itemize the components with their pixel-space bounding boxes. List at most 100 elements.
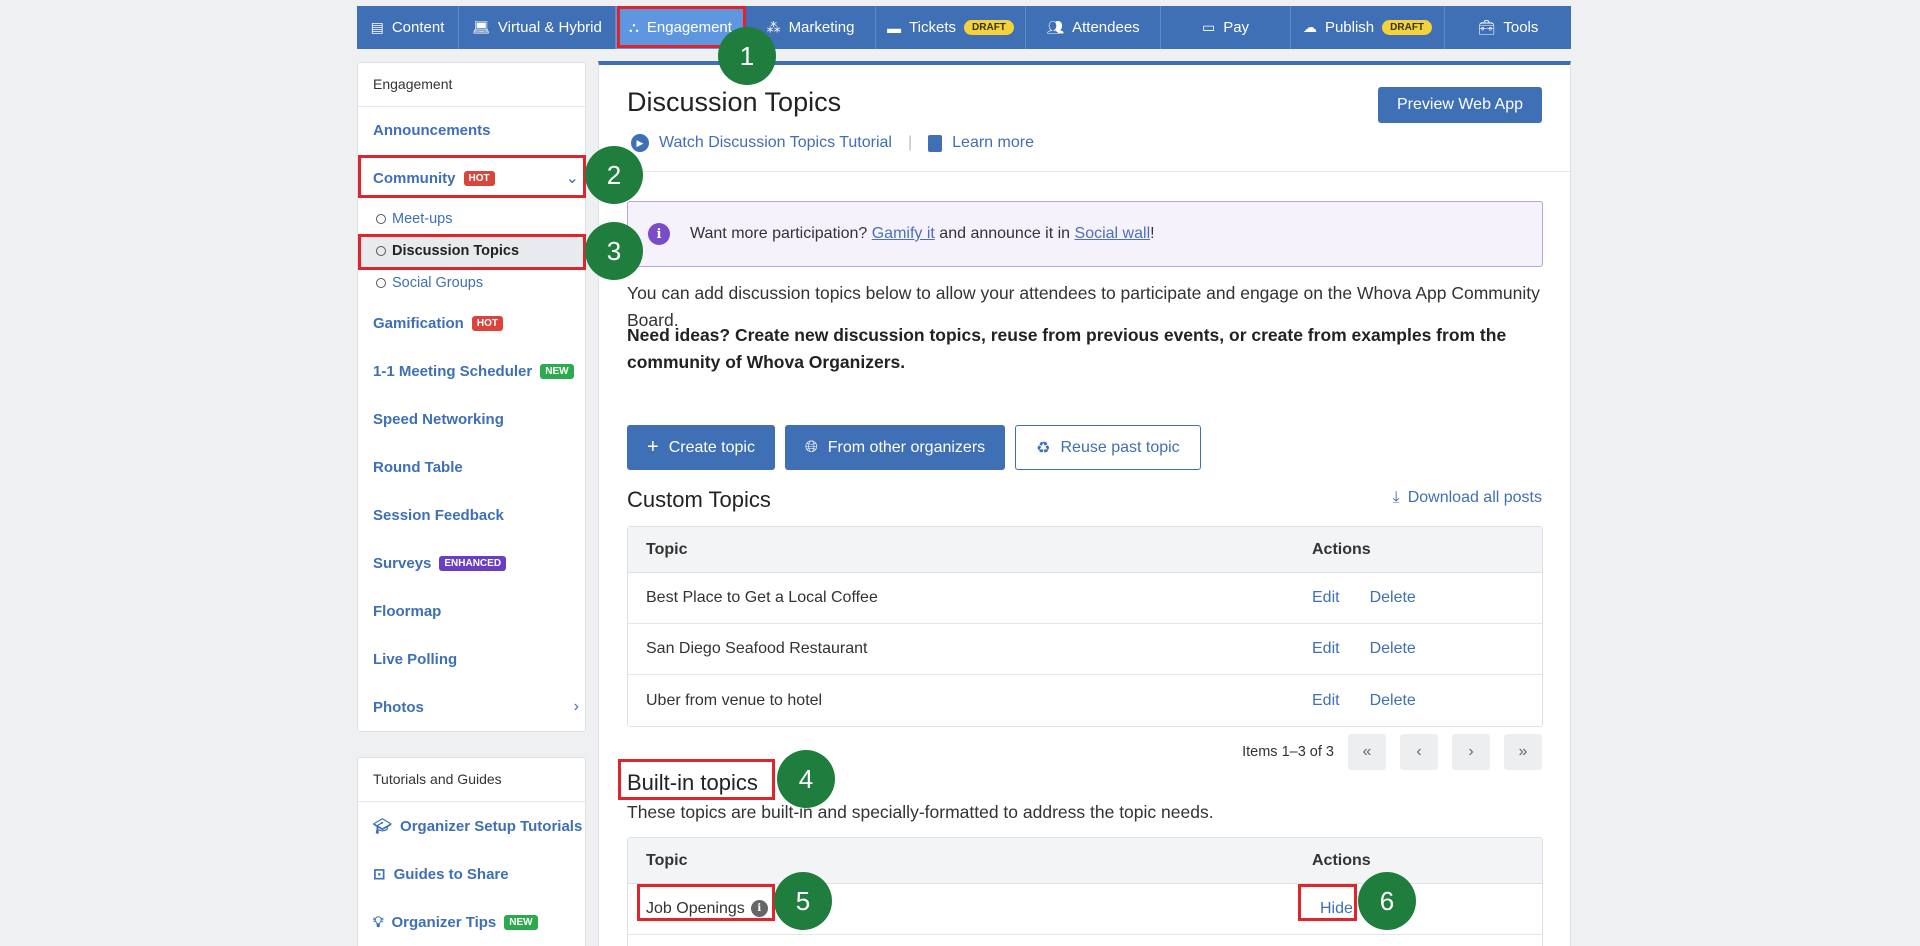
learn-more-link[interactable]: Learn more [952, 134, 1034, 152]
highlight-box-built-in-topics [618, 759, 775, 800]
delete-link[interactable]: Delete [1370, 692, 1416, 710]
last-page-button[interactable]: » [1504, 734, 1542, 770]
preview-web-app-button[interactable]: Preview Web App [1378, 87, 1542, 123]
ticket-icon: ▬ [887, 19, 902, 36]
sidebar-item-surveys[interactable]: Surveys ENHANCED [358, 539, 585, 587]
sidebar-item-tips[interactable]: 💡︎ Organizer Tips NEW [358, 898, 585, 946]
book-icon [928, 134, 943, 152]
play-icon: ▶ [631, 134, 649, 152]
nav-tools[interactable]: 🧰︎ Tools [1445, 6, 1571, 49]
built-in-description: These topics are built-in and specially-… [627, 802, 1214, 822]
next-page-button[interactable]: › [1452, 734, 1490, 770]
draft-badge: DRAFT [964, 20, 1014, 35]
delete-link[interactable]: Delete [1370, 589, 1416, 607]
social-wall-link[interactable]: Social wall [1075, 225, 1151, 242]
sidebar-item-session-feedback[interactable]: Session Feedback [358, 491, 585, 539]
table-row: San Diego Seafood Restaurant Edit Delete [628, 624, 1542, 675]
highlight-box-job-openings [637, 884, 775, 921]
cloud-upload-icon: ☁ [1302, 19, 1317, 35]
people-icon: 👥︎ [1046, 19, 1065, 35]
nav-tickets[interactable]: ▬ Tickets DRAFT [876, 6, 1026, 49]
plus-icon: + [647, 436, 659, 458]
edit-link[interactable]: Edit [1312, 589, 1340, 607]
lightbulb-icon: 💡︎ [373, 913, 384, 931]
table-row: Best Place to Get a Local Coffee Edit Dele… [628, 573, 1542, 624]
step-marker-2: 2 [585, 146, 643, 204]
chevron-right-icon: › [573, 698, 579, 715]
recycle-icon: ♻ [1036, 439, 1051, 457]
card-icon: ▭ [1201, 19, 1216, 35]
sidebar-header: Engagement [358, 63, 585, 107]
divider: | [907, 134, 913, 151]
nav-pay[interactable]: ▭ Pay [1161, 6, 1291, 49]
shapes-icon: ⁂ [766, 19, 781, 35]
sidebar-item-setup-tutorials[interactable]: 🎓︎ Organizer Setup Tutorials [358, 802, 585, 850]
draft-badge: DRAFT [1382, 20, 1433, 35]
gamify-link[interactable]: Gamify it [872, 225, 935, 242]
circle-icon [376, 214, 386, 224]
edit-link[interactable]: Edit [1312, 640, 1340, 658]
sidebar-item-floormap[interactable]: Floormap [358, 587, 585, 635]
info-banner: i Want more participation? Gamify it and… [627, 201, 1543, 267]
prev-page-button[interactable]: ‹ [1400, 734, 1438, 770]
tutorials-header: Tutorials and Guides [358, 758, 585, 802]
help-links: ▶ Watch Discussion Topics Tutorial | Lea… [631, 134, 1034, 152]
sidebar-item-live-polling[interactable]: Live Polling [358, 635, 585, 683]
sidebar-item-photos[interactable]: Photos › [358, 683, 585, 731]
step-marker-4: 4 [777, 750, 835, 808]
sidebar-item-gamification[interactable]: Gamification HOT [358, 299, 585, 347]
nav-publish[interactable]: ☁ Publish DRAFT [1291, 6, 1445, 49]
sidebar-subitem-meetups[interactable]: Meet-ups [358, 203, 585, 235]
highlight-box-discussion-topics [358, 234, 586, 270]
info-icon: i [648, 223, 670, 245]
table-row [628, 935, 1542, 946]
ideas-text: Need ideas? Create new discussion topics… [627, 325, 1507, 372]
sidebar-item-guides[interactable]: ⊡ Guides to Share [358, 850, 585, 898]
sidebar-item-meeting-scheduler[interactable]: 1-1 Meeting Scheduler NEW [358, 347, 585, 395]
delete-link[interactable]: Delete [1370, 640, 1416, 658]
new-badge: NEW [504, 914, 538, 930]
new-badge: NEW [540, 363, 574, 379]
step-marker-1: 1 [718, 27, 776, 85]
toolbox-icon: 🧰︎ [1477, 19, 1496, 35]
step-marker-5: 5 [774, 872, 832, 930]
step-marker-6: 6 [1358, 872, 1416, 930]
enhanced-badge: ENHANCED [439, 555, 507, 571]
step-marker-3: 3 [585, 222, 643, 280]
table-header: Topic Actions [628, 527, 1542, 573]
pagination: Items 1–3 of 3 « ‹ › » [1242, 734, 1542, 770]
create-topic-button[interactable]: + Create topic [627, 425, 775, 470]
tutorials-sidebar: Tutorials and Guides 🎓︎ Organizer Setup T… [357, 757, 586, 946]
nav-content[interactable]: ▤ Content [357, 6, 459, 49]
main-panel: Discussion Topics Preview Web App ▶ Watc… [598, 61, 1571, 946]
custom-topics-table: Topic Actions Best Place to Get a Local C… [627, 526, 1543, 727]
watch-tutorial-link[interactable]: Watch Discussion Topics Tutorial [659, 134, 892, 152]
document-icon: ▤ [370, 19, 384, 35]
presentation-icon: ⊡ [373, 866, 386, 883]
info-text: Want more participation? Gamify it and a… [690, 225, 1155, 242]
sidebar-item-speed-networking[interactable]: Speed Networking [358, 395, 585, 443]
divider [599, 171, 1570, 172]
globe-icon: 🌐︎ [804, 438, 818, 456]
custom-topics-title: Custom Topics [627, 487, 771, 512]
sidebar-item-round-table[interactable]: Round Table [358, 443, 585, 491]
page-title: Discussion Topics [627, 87, 842, 117]
top-navigation: ▤ Content 💻︎ Virtual & Hybrid ⛬ Engagement … [357, 6, 1571, 49]
sidebar-subitem-social-groups[interactable]: Social Groups [358, 267, 585, 299]
reuse-past-topic-button[interactable]: ♻ Reuse past topic [1015, 425, 1201, 470]
action-buttons: + Create topic 🌐︎ From other organizers ♻ R… [627, 425, 1201, 470]
nav-attendees[interactable]: 👥︎ Attendees [1026, 6, 1161, 49]
table-header: Topic Actions [628, 838, 1542, 884]
laptop-icon: 💻︎ [472, 19, 490, 35]
graduation-cap-icon: 🎓︎ [373, 818, 393, 835]
nav-virtual-hybrid[interactable]: 💻︎ Virtual & Hybrid [459, 6, 616, 49]
download-all-posts-link[interactable]: ⤓ Download all posts [1393, 489, 1542, 507]
download-icon: ⤓ [1392, 489, 1400, 506]
edit-link[interactable]: Edit [1312, 692, 1340, 710]
hot-badge: HOT [471, 315, 503, 331]
first-page-button[interactable]: « [1348, 734, 1386, 770]
highlight-box-community [358, 155, 586, 198]
highlight-box-hide [1298, 884, 1357, 921]
sidebar-item-announcements[interactable]: Announcements [358, 107, 585, 153]
from-other-organizers-button[interactable]: 🌐︎ From other organizers [784, 425, 1006, 470]
